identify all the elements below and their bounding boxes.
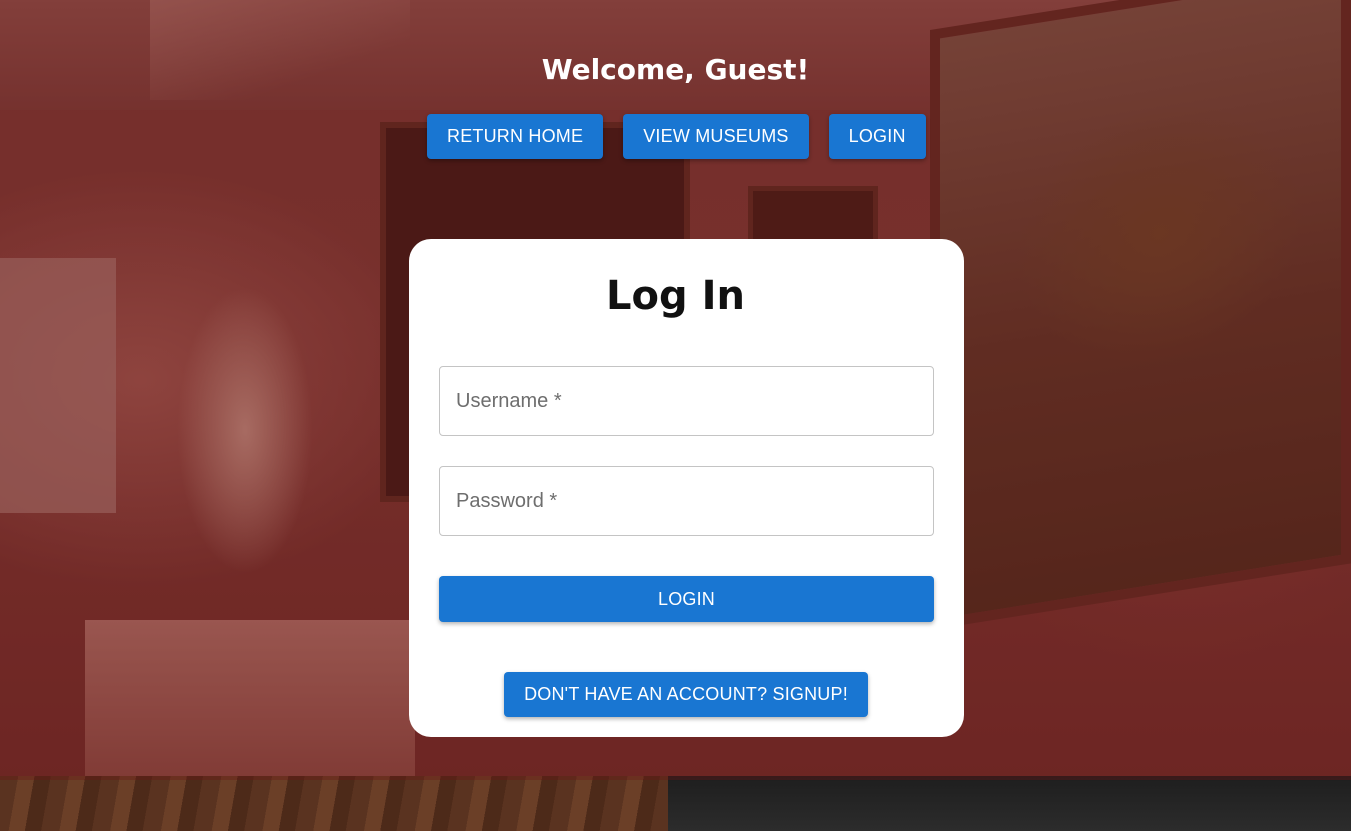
welcome-heading: Welcome, Guest! <box>541 53 810 86</box>
username-field[interactable] <box>439 366 934 436</box>
gallery-bench <box>668 776 1351 831</box>
password-input[interactable] <box>440 467 933 535</box>
password-field[interactable] <box>439 466 934 536</box>
login-submit-button[interactable]: LOGIN <box>439 576 934 622</box>
nav-login-button[interactable]: LOGIN <box>828 114 926 159</box>
view-museums-button[interactable]: VIEW MUSEUMS <box>623 114 809 159</box>
username-input[interactable] <box>440 367 933 435</box>
login-title: Log In <box>606 273 745 319</box>
return-home-button[interactable]: RETURN HOME <box>427 114 604 159</box>
signup-link-button[interactable]: DON'T HAVE AN ACCOUNT? SIGNUP! <box>504 672 868 717</box>
top-nav: RETURN HOME VIEW MUSEUMS LOGIN <box>427 114 926 159</box>
